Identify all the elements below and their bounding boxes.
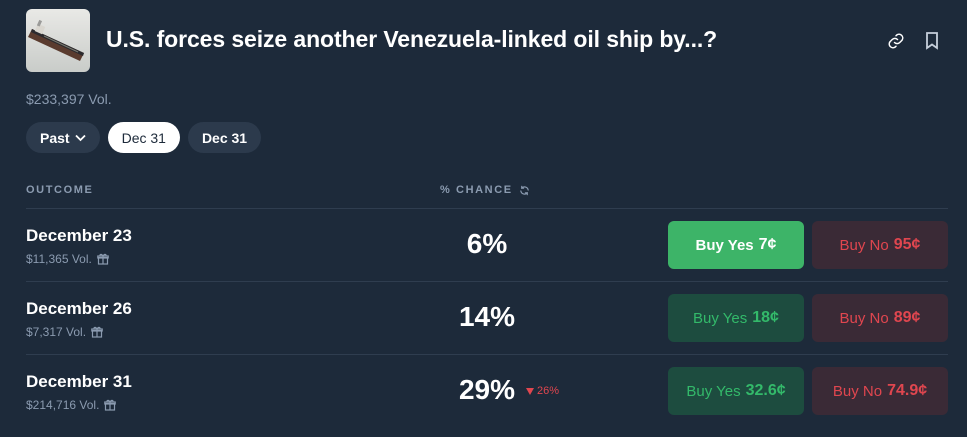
date-pill[interactable]: Dec 31 — [187, 122, 262, 153]
link-icon[interactable] — [885, 30, 907, 52]
gift-icon — [91, 326, 103, 338]
chevron-down-icon — [74, 134, 86, 141]
buy-no-button[interactable]: Buy No 89¢ — [812, 294, 948, 342]
buy-yes-price: 32.6¢ — [745, 382, 786, 399]
chance-column-header: % CHANCE — [440, 184, 530, 196]
past-dropdown-button[interactable]: Past — [26, 122, 100, 153]
chance-header-label: % CHANCE — [440, 184, 513, 196]
buy-no-price: 74.9¢ — [887, 382, 928, 399]
chance-change: 26% — [526, 385, 559, 397]
market-volume: $233,397 Vol. — [26, 91, 112, 107]
outcome-chance: 14% — [458, 301, 516, 332]
buy-no-label: Buy No — [832, 382, 883, 400]
market-page: U.S. forces seize another Venezuela-link… — [0, 0, 967, 437]
buy-yes-label: Buy Yes — [686, 382, 741, 400]
buy-yes-button[interactable]: Buy Yes 18¢ — [668, 294, 804, 342]
buy-no-label: Buy No — [839, 309, 889, 327]
market-title: U.S. forces seize another Venezuela-link… — [106, 26, 718, 52]
outcome-row[interactable]: December 26 $7,317 Vol. 14% Buy Yes 18¢ … — [0, 282, 967, 354]
bookmark-icon[interactable] — [921, 30, 943, 52]
date-filter-bar: Past Dec 31 Dec 31 — [26, 122, 262, 153]
outcome-volume: $7,317 Vol. — [26, 325, 103, 339]
buy-no-price: 95¢ — [893, 236, 921, 253]
gift-icon — [97, 253, 109, 265]
oil-tanker-image — [26, 9, 90, 72]
outcome-volume-text: $214,716 Vol. — [26, 398, 100, 412]
buy-yes-price: 7¢ — [758, 236, 777, 253]
outcome-volume: $11,365 Vol. — [26, 252, 109, 266]
gift-icon — [104, 399, 117, 411]
outcome-chance: 6% — [466, 228, 508, 259]
outcome-name: December 23 — [26, 226, 132, 245]
outcome-row[interactable]: December 31 $214,716 Vol. 29% 26% Buy Ye… — [0, 355, 967, 427]
date-pill-active[interactable]: Dec 31 — [107, 122, 180, 153]
chance-change-value: 26% — [537, 385, 560, 397]
triangle-down-icon — [526, 387, 534, 395]
outcome-volume-text: $7,317 Vol. — [26, 325, 87, 339]
outcome-name: December 26 — [26, 299, 132, 318]
outcome-volume: $214,716 Vol. — [26, 398, 117, 412]
buy-no-button[interactable]: Buy No 95¢ — [812, 221, 948, 269]
outcome-column-header: OUTCOME — [26, 184, 94, 196]
buy-yes-button[interactable]: Buy Yes 32.6¢ — [668, 367, 804, 415]
buy-yes-label: Buy Yes — [693, 309, 748, 327]
buy-yes-button[interactable]: Buy Yes 7¢ — [668, 221, 804, 269]
buy-yes-label: Buy Yes — [695, 236, 754, 254]
outcome-volume-text: $11,365 Vol. — [26, 252, 92, 266]
past-label: Past — [40, 129, 70, 146]
buy-no-price: 89¢ — [893, 309, 921, 326]
buy-no-button[interactable]: Buy No 74.9¢ — [812, 367, 948, 415]
outcome-row[interactable]: December 23 $11,365 Vol. 6% Buy Yes 7¢ B… — [0, 209, 967, 281]
buy-yes-price: 18¢ — [752, 309, 779, 326]
outcome-name: December 31 — [26, 372, 132, 391]
refresh-icon[interactable] — [519, 185, 530, 196]
buy-no-label: Buy No — [839, 236, 889, 254]
